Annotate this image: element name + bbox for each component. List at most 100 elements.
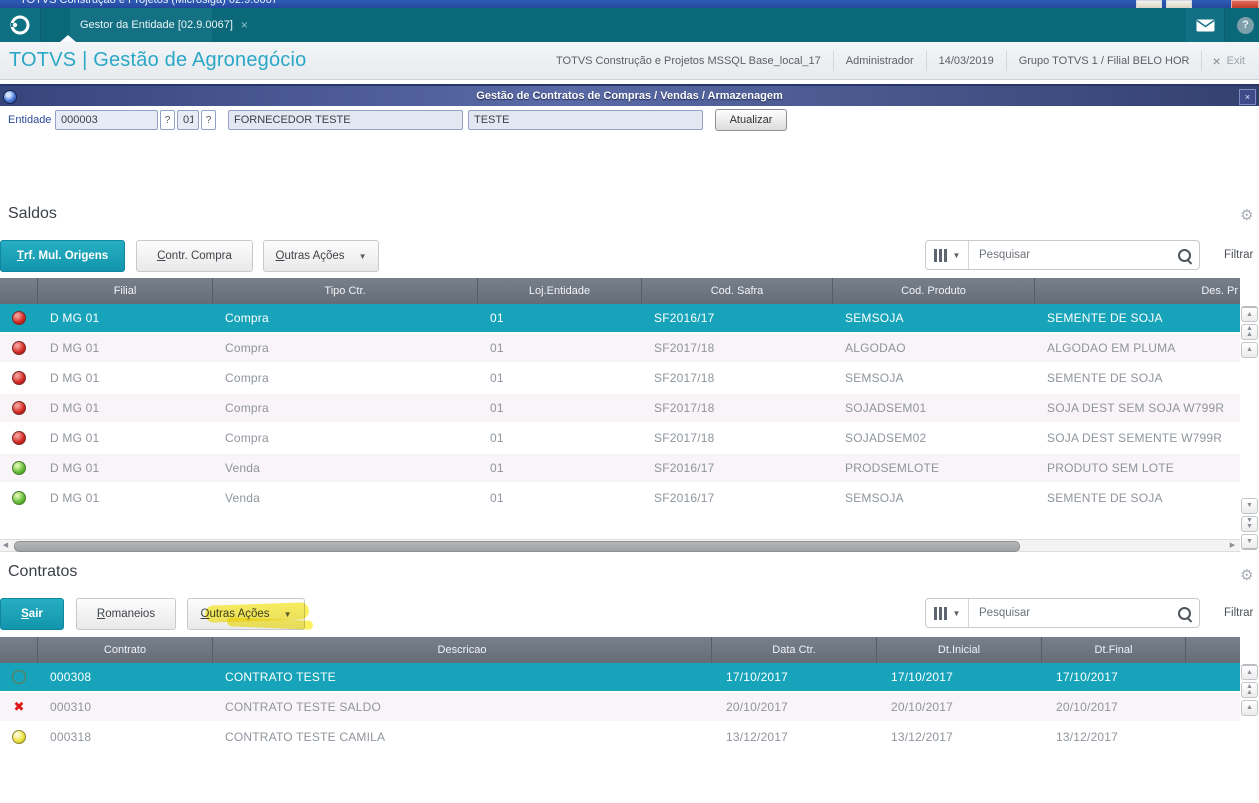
- table-row[interactable]: 000308 CONTRATO TESTE 17/10/2017 17/10/2…: [0, 663, 1240, 693]
- scroll-top-button[interactable]: [1241, 306, 1258, 322]
- column-header[interactable]: Cod. Safra: [642, 278, 833, 304]
- date-label: 14/03/2019: [938, 54, 994, 67]
- column-header[interactable]: Data Ctr.: [712, 637, 877, 663]
- close-button[interactable]: [1231, 0, 1259, 8]
- button-label: rf. Mul. Origens: [23, 250, 109, 262]
- entity-shortname-field[interactable]: [468, 110, 703, 130]
- column-header[interactable]: Filial: [38, 278, 213, 304]
- status-icon: [12, 700, 26, 714]
- column-picker-button[interactable]: ▼: [926, 599, 969, 627]
- tab-gestor-da-entidade[interactable]: Gestor da Entidade [02.9.0067] ×: [70, 8, 248, 42]
- contratos-outras-acoes-button[interactable]: Outras Ações ▼: [187, 598, 305, 630]
- saldos-outras-acoes-button[interactable]: Outras Ações ▼: [263, 240, 379, 272]
- status-icon: [12, 401, 26, 415]
- app-header: TOTVS | Gestão de Agronegócio TOTVS Cons…: [0, 42, 1259, 80]
- column-header-status[interactable]: [0, 637, 38, 663]
- entity-lookup-button[interactable]: ?: [160, 110, 175, 130]
- column-header[interactable]: Tipo Ctr.: [213, 278, 478, 304]
- maximize-button[interactable]: [1166, 0, 1192, 8]
- help-button[interactable]: ?: [1232, 8, 1259, 42]
- mail-button[interactable]: [1186, 8, 1225, 42]
- contr-compra-button[interactable]: Contr. Compra: [136, 240, 253, 272]
- entity-name-field[interactable]: [228, 110, 463, 130]
- entity-code-input[interactable]: [55, 110, 158, 130]
- column-picker-button[interactable]: ▼: [926, 241, 969, 269]
- trf-mul-origens-button[interactable]: Trf. Mul. Origens: [0, 240, 125, 272]
- table-row[interactable]: D MG 01 Venda 01 SF2016/17 SEMSOJA SEMEN…: [0, 484, 1240, 514]
- saldos-search-input[interactable]: [969, 241, 1169, 269]
- table-row[interactable]: D MG 01 Venda 01 SF2016/17 PRODSEMLOTE P…: [0, 454, 1240, 484]
- table-row[interactable]: D MG 01 Compra 01 SF2017/18 ALGODAO ALGO…: [0, 334, 1240, 364]
- table-row[interactable]: 000318 CONTRATO TESTE CAMILA 13/12/2017 …: [0, 723, 1240, 753]
- scroll-up-button[interactable]: [1241, 342, 1258, 358]
- contratos-section-title: Contratos: [8, 563, 78, 580]
- tab-label: Gestor da Entidade [02.9.0067]: [80, 19, 233, 31]
- dialog-titlebar: Gestão de Contratos de Compras / Vendas …: [0, 84, 1259, 106]
- saldos-table-header: Filial Tipo Ctr. Loj.Entidade Cod. Safra…: [0, 278, 1240, 304]
- column-header[interactable]: Contrato: [38, 637, 213, 663]
- chevron-down-icon: ▼: [283, 609, 292, 619]
- exit-button[interactable]: × Exit: [1202, 53, 1255, 69]
- close-icon: ×: [1212, 52, 1221, 69]
- scrollbar-thumb[interactable]: [14, 541, 1020, 552]
- gear-icon[interactable]: ⚙: [1240, 208, 1256, 224]
- column-header[interactable]: Dt.Inicial: [877, 637, 1042, 663]
- minimize-button[interactable]: [1136, 0, 1162, 8]
- scroll-left-icon[interactable]: ◀: [0, 541, 11, 550]
- table-row[interactable]: D MG 01 Compra 01 SF2017/18 SOJADSEM02 S…: [0, 424, 1240, 454]
- tab-close-icon[interactable]: ×: [241, 18, 248, 32]
- status-icon: [12, 341, 26, 355]
- exit-label: Exit: [1226, 54, 1245, 67]
- scroll-page-down-button[interactable]: [1241, 516, 1258, 532]
- scroll-bottom-button[interactable]: [1241, 534, 1258, 550]
- scroll-page-up-button[interactable]: [1241, 324, 1258, 340]
- search-button[interactable]: [1169, 599, 1199, 627]
- scroll-top-button[interactable]: [1241, 664, 1258, 680]
- mail-icon: [1196, 19, 1215, 32]
- dialog-close-button[interactable]: ×: [1239, 89, 1256, 105]
- button-accel: S: [21, 608, 29, 620]
- scroll-right-icon[interactable]: ▶: [1227, 541, 1238, 550]
- sair-button[interactable]: Sair: [0, 598, 64, 630]
- column-header-status[interactable]: [0, 278, 38, 304]
- contratos-search-input[interactable]: [969, 599, 1169, 627]
- button-label: air: [28, 608, 43, 620]
- table-row[interactable]: D MG 01 Compra 01 SF2017/18 SOJADSEM01 S…: [0, 394, 1240, 424]
- search-button[interactable]: [1169, 241, 1199, 269]
- contratos-filter-link[interactable]: Filtrar: [1224, 607, 1253, 619]
- saldos-section-title: Saldos: [8, 205, 57, 222]
- refresh-button[interactable]: Atualizar: [715, 109, 787, 131]
- column-header[interactable]: Loj.Entidade: [478, 278, 642, 304]
- saldos-filter-link[interactable]: Filtrar: [1224, 249, 1253, 261]
- help-icon: ?: [1237, 16, 1254, 34]
- column-header[interactable]: Dt.Final: [1042, 637, 1186, 663]
- entity-store-input[interactable]: [177, 110, 199, 130]
- dialog-icon: [3, 90, 17, 104]
- romaneios-button[interactable]: Romaneios: [76, 598, 176, 630]
- table-row[interactable]: D MG 01 Compra 01 SF2017/18 SEMSOJA SEME…: [0, 364, 1240, 394]
- totvs-logo[interactable]: [0, 8, 41, 42]
- contratos-table-header: Contrato Descricao Data Ctr. Dt.Inicial …: [0, 637, 1240, 663]
- button-label: ontr. Compra: [165, 250, 232, 262]
- branch-label[interactable]: Grupo TOTVS 1 / Filial BELO HOR: [1007, 55, 1202, 67]
- scroll-page-up-button[interactable]: [1241, 682, 1258, 698]
- search-icon: [1177, 248, 1191, 262]
- column-header-extra[interactable]: [1186, 637, 1240, 663]
- gear-icon[interactable]: ⚙: [1240, 568, 1256, 584]
- column-header[interactable]: Des. Pr: [1035, 278, 1240, 304]
- user-label[interactable]: Administrador: [834, 55, 926, 67]
- table-row[interactable]: 000310 CONTRATO TESTE SALDO 20/10/2017 2…: [0, 693, 1240, 723]
- column-header[interactable]: Descricao: [213, 637, 712, 663]
- button-accel: T: [16, 250, 24, 262]
- button-accel: O: [200, 608, 210, 620]
- column-header[interactable]: Cod. Produto: [833, 278, 1035, 304]
- table-row[interactable]: D MG 01 Compra 01 SF2016/17 SEMSOJA SEME…: [0, 304, 1240, 334]
- scroll-up-button[interactable]: [1241, 700, 1258, 716]
- status-icon: [12, 371, 26, 385]
- saldos-horizontal-scrollbar[interactable]: ◀ ▶: [0, 539, 1240, 552]
- button-label: utras Ações: [284, 250, 345, 262]
- status-icon: [12, 431, 26, 445]
- scroll-down-button[interactable]: [1241, 498, 1258, 514]
- store-lookup-button[interactable]: ?: [201, 110, 216, 130]
- os-window-title: TOTVS Construção e Projetos (Microsiga) …: [20, 0, 278, 6]
